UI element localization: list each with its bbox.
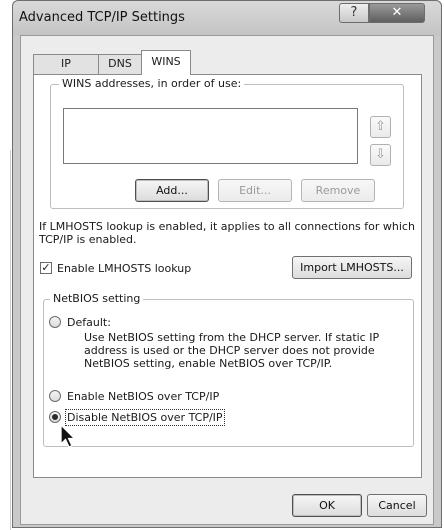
netbios-group-legend: NetBIOS setting bbox=[50, 292, 144, 305]
default-radio[interactable] bbox=[49, 316, 61, 328]
netbios-group: NetBIOS setting Default: Use NetBIOS set… bbox=[43, 292, 414, 447]
title-bar[interactable]: Advanced TCP/IP Settings ? ✕ bbox=[13, 1, 441, 35]
remove-button[interactable]: Remove bbox=[301, 179, 375, 202]
enable-lmhosts-checkbox[interactable]: ✓ bbox=[40, 262, 52, 274]
wins-address-list[interactable] bbox=[63, 108, 358, 164]
cancel-button[interactable]: Cancel bbox=[367, 494, 427, 517]
tab-wins[interactable]: WINS bbox=[141, 50, 191, 75]
lmhosts-description: If LMHOSTS lookup is enabled, it applies… bbox=[39, 220, 415, 246]
import-lmhosts-button[interactable]: Import LMHOSTS... bbox=[292, 256, 412, 279]
help-button[interactable]: ? bbox=[339, 3, 369, 23]
add-button[interactable]: Add... bbox=[135, 179, 209, 202]
close-button[interactable]: ✕ bbox=[369, 3, 425, 23]
enable-lmhosts-label[interactable]: Enable LMHOSTS lookup bbox=[57, 262, 191, 275]
enable-netbios-radio[interactable] bbox=[49, 390, 61, 402]
move-down-button[interactable]: ⇩ bbox=[370, 144, 391, 166]
default-description: Use NetBIOS setting from the DHCP server… bbox=[84, 331, 380, 370]
edit-button[interactable]: Edit... bbox=[218, 179, 292, 202]
down-arrow-icon: ⇩ bbox=[375, 147, 386, 162]
ok-button[interactable]: OK bbox=[292, 494, 362, 517]
wins-group-legend: WINS addresses, in order of use: bbox=[59, 77, 245, 90]
disable-netbios-label[interactable]: Disable NetBIOS over TCP/IP bbox=[65, 409, 225, 426]
dialog-client-area: IP Settings DNS WINS WINS addresses, in … bbox=[20, 35, 434, 525]
background-window-edge bbox=[0, 0, 12, 530]
wins-tab-panel: WINS addresses, in order of use: ⇧ ⇩ Add… bbox=[33, 74, 422, 478]
mouse-cursor-icon bbox=[60, 424, 77, 448]
window-title: Advanced TCP/IP Settings bbox=[19, 10, 185, 25]
wins-addresses-group: WINS addresses, in order of use: ⇧ ⇩ Add… bbox=[50, 77, 404, 209]
move-up-button[interactable]: ⇧ bbox=[370, 116, 391, 138]
enable-netbios-label[interactable]: Enable NetBIOS over TCP/IP bbox=[67, 390, 219, 403]
disable-netbios-radio[interactable] bbox=[49, 411, 61, 423]
tab-ip-settings[interactable]: IP Settings bbox=[33, 54, 99, 88]
tab-dns[interactable]: DNS bbox=[98, 54, 142, 74]
up-arrow-icon: ⇧ bbox=[375, 119, 386, 134]
default-radio-label[interactable]: Default: bbox=[67, 316, 111, 329]
